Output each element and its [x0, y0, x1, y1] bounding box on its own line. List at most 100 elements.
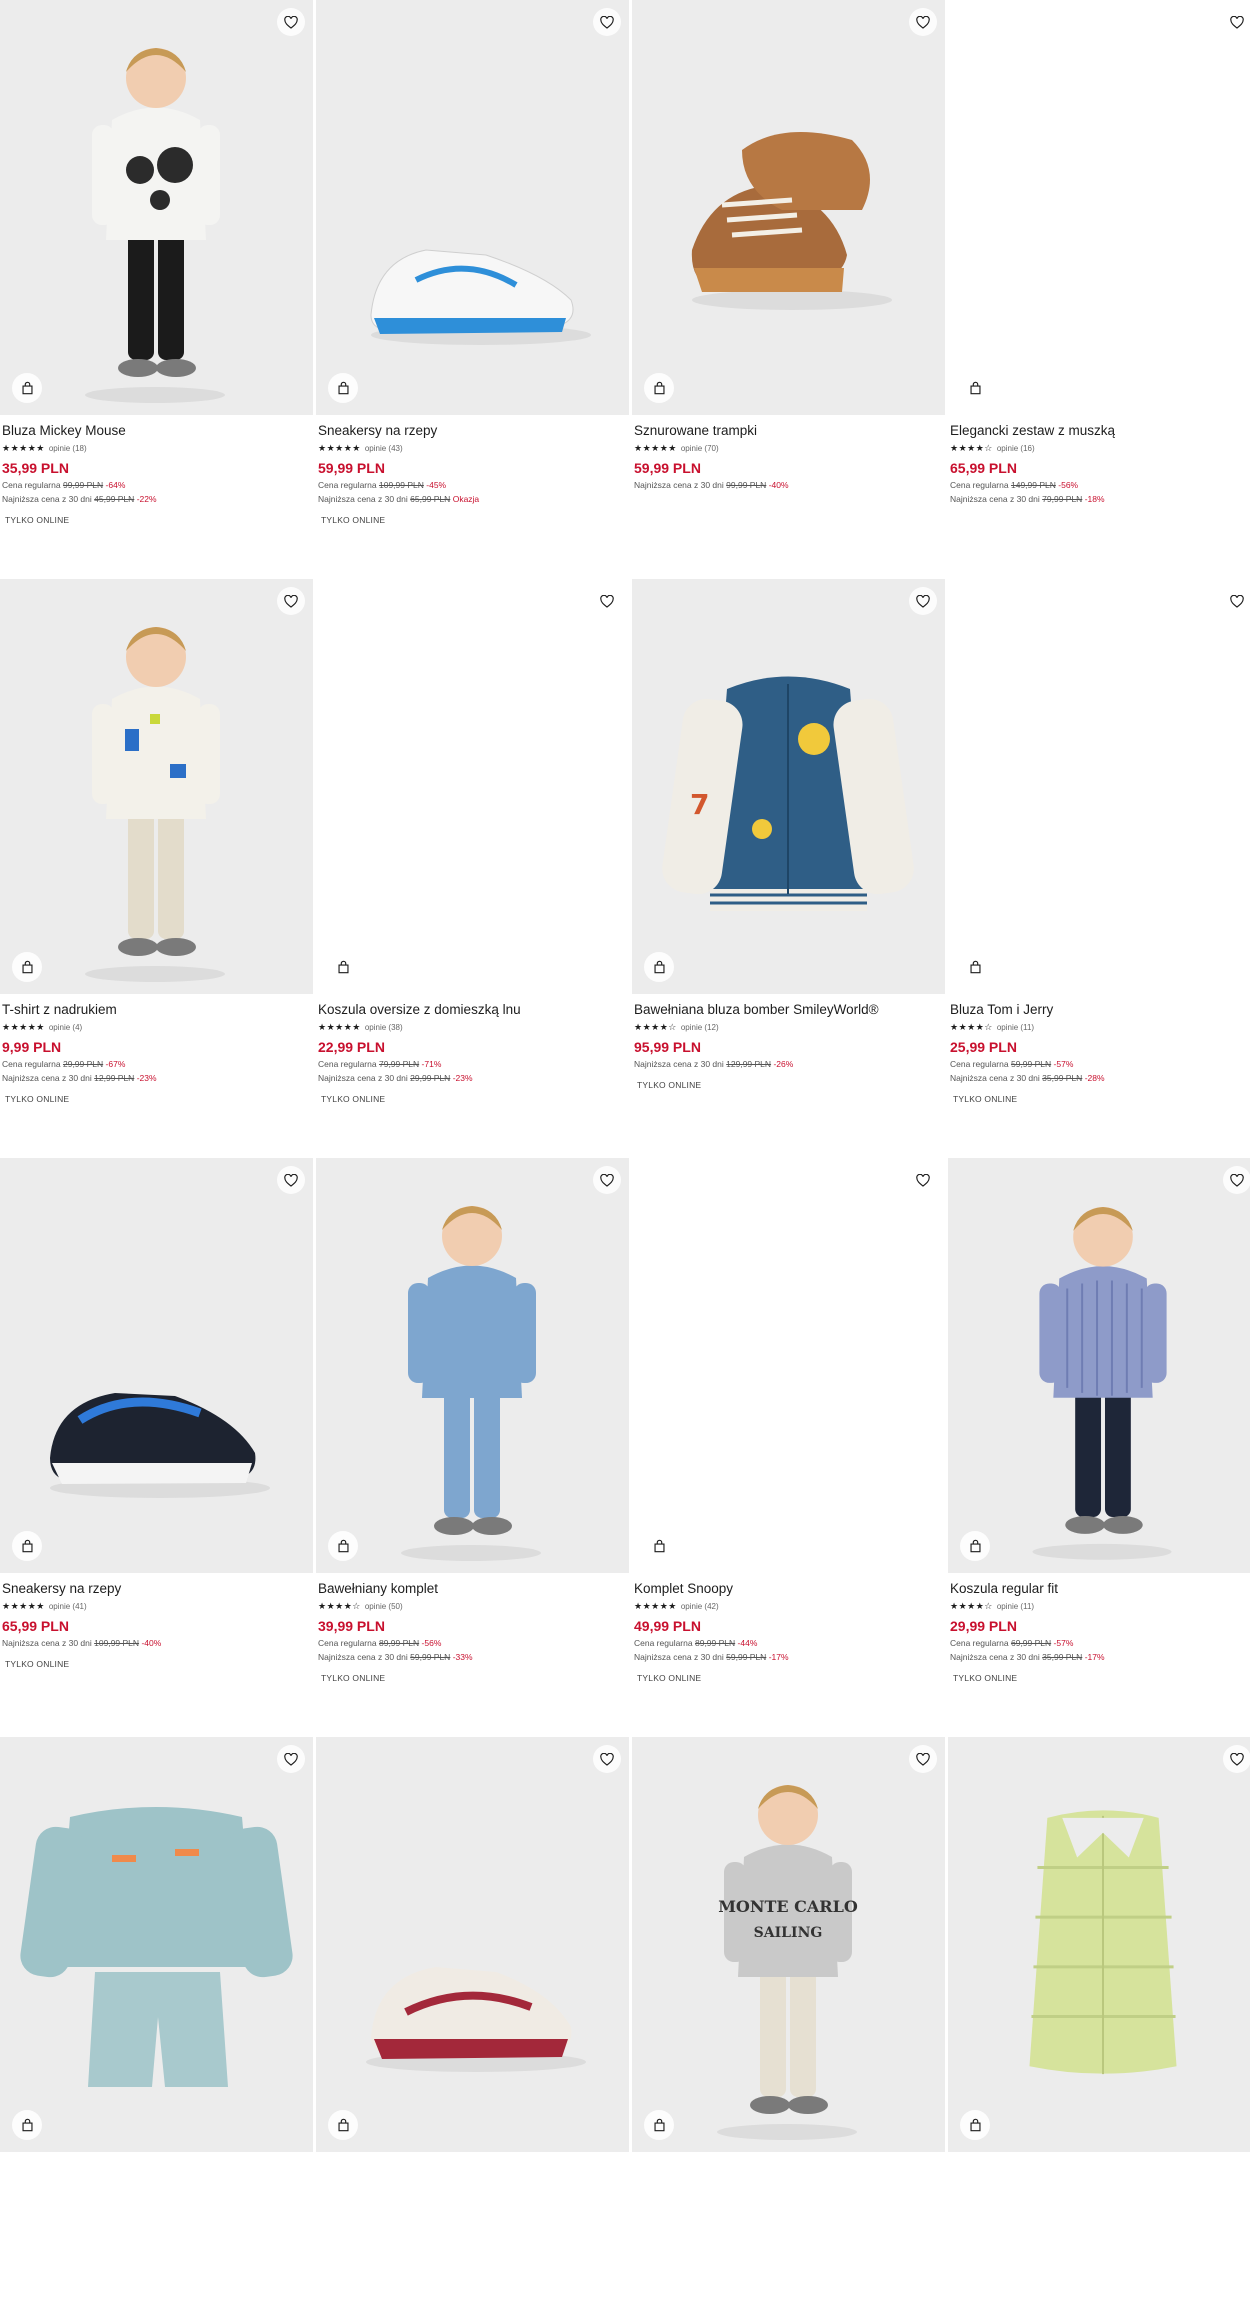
add-to-cart-button[interactable] — [328, 2110, 358, 2140]
product-image[interactable] — [948, 0, 1250, 415]
lowest-price-row: Najniższa cena z 30 dni 12,99 PLN -23% — [2, 1073, 311, 1084]
product-name[interactable]: T-shirt z nadrukiem — [2, 1002, 311, 1018]
product-image[interactable] — [316, 1737, 629, 2152]
add-to-wishlist-button[interactable] — [277, 1166, 305, 1194]
product-card[interactable] — [316, 1737, 629, 2316]
product-image[interactable] — [0, 1158, 313, 1573]
add-to-cart-button[interactable] — [960, 1531, 990, 1561]
product-image[interactable] — [948, 579, 1250, 994]
review-count[interactable]: opinie (38) — [365, 1023, 403, 1032]
shopping-bag-icon — [21, 381, 33, 395]
add-to-cart-button[interactable] — [12, 373, 42, 403]
add-to-cart-button[interactable] — [644, 952, 674, 982]
product-card[interactable]: Bluza Tom i Jerry ★★★★☆ opinie (11) 25,9… — [948, 579, 1250, 1158]
lowest-price-row: Najniższa cena z 30 dni 45,99 PLN -22% — [2, 494, 311, 505]
product-card[interactable]: Sznurowane trampki ★★★★★ opinie (70) 59,… — [632, 0, 945, 579]
product-name[interactable]: Koszula oversize z domieszką lnu — [318, 1002, 627, 1018]
add-to-cart-button[interactable] — [12, 1531, 42, 1561]
product-photo-illustration — [1032, 1207, 1172, 1560]
review-count[interactable]: opinie (43) — [365, 444, 403, 453]
product-card[interactable]: Sneakersy na rzepy ★★★★★ opinie (43) 59,… — [316, 0, 629, 579]
product-name[interactable]: Bluza Tom i Jerry — [950, 1002, 1250, 1018]
product-card[interactable]: Koszula oversize z domieszką lnu ★★★★★ o… — [316, 579, 629, 1158]
product-image[interactable] — [0, 1737, 313, 2152]
product-card[interactable]: Komplet Snoopy ★★★★★ opinie (42) 49,99 P… — [632, 1158, 945, 1737]
add-to-cart-button[interactable] — [644, 2110, 674, 2140]
add-to-wishlist-button[interactable] — [593, 1166, 621, 1194]
product-card[interactable]: Elegancki zestaw z muszką ★★★★☆ opinie (… — [948, 0, 1250, 579]
product-card[interactable]: T-shirt z nadrukiem ★★★★★ opinie (4) 9,9… — [0, 579, 313, 1158]
product-card[interactable]: Sneakersy na rzepy ★★★★★ opinie (41) 65,… — [0, 1158, 313, 1737]
product-image[interactable] — [0, 0, 313, 415]
product-card[interactable]: Bawełniany komplet ★★★★☆ opinie (50) 39,… — [316, 1158, 629, 1737]
product-card[interactable]: 7 Bawełniana bluza bomber SmileyWorld® ★… — [632, 579, 945, 1158]
add-to-cart-button[interactable] — [960, 373, 990, 403]
add-to-wishlist-button[interactable] — [909, 587, 937, 615]
add-to-cart-button[interactable] — [328, 373, 358, 403]
product-card[interactable]: Koszula regular fit ★★★★☆ opinie (11) 29… — [948, 1158, 1250, 1737]
product-name[interactable]: Bawełniany komplet — [318, 1581, 627, 1597]
rating-stars: ★★★★★ — [634, 443, 677, 453]
review-count[interactable]: opinie (4) — [49, 1023, 82, 1032]
product-name[interactable]: Elegancki zestaw z muszką — [950, 423, 1250, 439]
product-card[interactable]: Bluza Mickey Mouse ★★★★★ opinie (18) 35,… — [0, 0, 313, 579]
product-image[interactable] — [948, 1158, 1250, 1573]
add-to-cart-button[interactable] — [960, 952, 990, 982]
lowest-price-discount: -40% — [768, 480, 789, 490]
product-image[interactable]: 7 — [632, 579, 945, 994]
add-to-wishlist-button[interactable] — [1223, 8, 1250, 36]
lowest-price-old: 59,99 PLN — [726, 1652, 767, 1662]
add-to-wishlist-button[interactable] — [1223, 1166, 1250, 1194]
product-image[interactable] — [948, 1737, 1250, 2152]
add-to-wishlist-button[interactable] — [909, 1745, 937, 1773]
product-name[interactable]: Sznurowane trampki — [634, 423, 943, 439]
product-card[interactable] — [0, 1737, 313, 2316]
product-card[interactable] — [948, 1737, 1250, 2316]
review-count[interactable]: opinie (11) — [997, 1602, 1034, 1611]
product-image[interactable] — [632, 0, 945, 415]
add-to-wishlist-button[interactable] — [277, 8, 305, 36]
add-to-wishlist-button[interactable] — [1223, 587, 1250, 615]
product-name[interactable]: Bluza Mickey Mouse — [2, 423, 311, 439]
review-count[interactable]: opinie (41) — [49, 1602, 87, 1611]
lowest-price-row: Najniższa cena z 30 dni 59,99 PLN -33% — [318, 1652, 627, 1663]
product-card[interactable]: MONTE CARLO SAILING — [632, 1737, 945, 2316]
product-name[interactable]: Bawełniana bluza bomber SmileyWorld® — [634, 1002, 943, 1018]
add-to-wishlist-button[interactable] — [593, 1745, 621, 1773]
product-image[interactable] — [316, 579, 629, 994]
add-to-wishlist-button[interactable] — [593, 8, 621, 36]
product-name[interactable]: Sneakersy na rzepy — [2, 1581, 311, 1597]
review-count[interactable]: opinie (18) — [49, 444, 87, 453]
add-to-wishlist-button[interactable] — [277, 1745, 305, 1773]
online-only-badge: TYLKO ONLINE — [321, 1094, 386, 1104]
product-image[interactable] — [0, 579, 313, 994]
product-name[interactable]: Koszula regular fit — [950, 1581, 1250, 1597]
add-to-cart-button[interactable] — [328, 952, 358, 982]
add-to-wishlist-button[interactable] — [909, 1166, 937, 1194]
add-to-wishlist-button[interactable] — [277, 587, 305, 615]
add-to-cart-button[interactable] — [644, 373, 674, 403]
product-image[interactable] — [632, 1158, 945, 1573]
product-info: Koszula regular fit ★★★★☆ opinie (11) 29… — [948, 1573, 1250, 1686]
review-count[interactable]: opinie (16) — [997, 444, 1035, 453]
add-to-cart-button[interactable] — [328, 1531, 358, 1561]
product-price: 25,99 PLN — [950, 1039, 1017, 1055]
add-to-cart-button[interactable] — [12, 952, 42, 982]
product-name[interactable]: Komplet Snoopy — [634, 1581, 943, 1597]
review-count[interactable]: opinie (70) — [681, 444, 719, 453]
review-count[interactable]: opinie (12) — [681, 1023, 719, 1032]
add-to-cart-button[interactable] — [644, 1531, 674, 1561]
review-count[interactable]: opinie (11) — [997, 1023, 1034, 1032]
review-count[interactable]: opinie (42) — [681, 1602, 719, 1611]
product-rating: ★★★★☆ opinie (12) — [634, 1022, 943, 1033]
review-count[interactable]: opinie (50) — [365, 1602, 403, 1611]
add-to-wishlist-button[interactable] — [593, 587, 621, 615]
add-to-cart-button[interactable] — [960, 2110, 990, 2140]
product-image[interactable] — [316, 1158, 629, 1573]
add-to-wishlist-button[interactable] — [909, 8, 937, 36]
product-image[interactable] — [316, 0, 629, 415]
product-name[interactable]: Sneakersy na rzepy — [318, 423, 627, 439]
product-image[interactable]: MONTE CARLO SAILING — [632, 1737, 945, 2152]
add-to-wishlist-button[interactable] — [1223, 1745, 1250, 1773]
add-to-cart-button[interactable] — [12, 2110, 42, 2140]
